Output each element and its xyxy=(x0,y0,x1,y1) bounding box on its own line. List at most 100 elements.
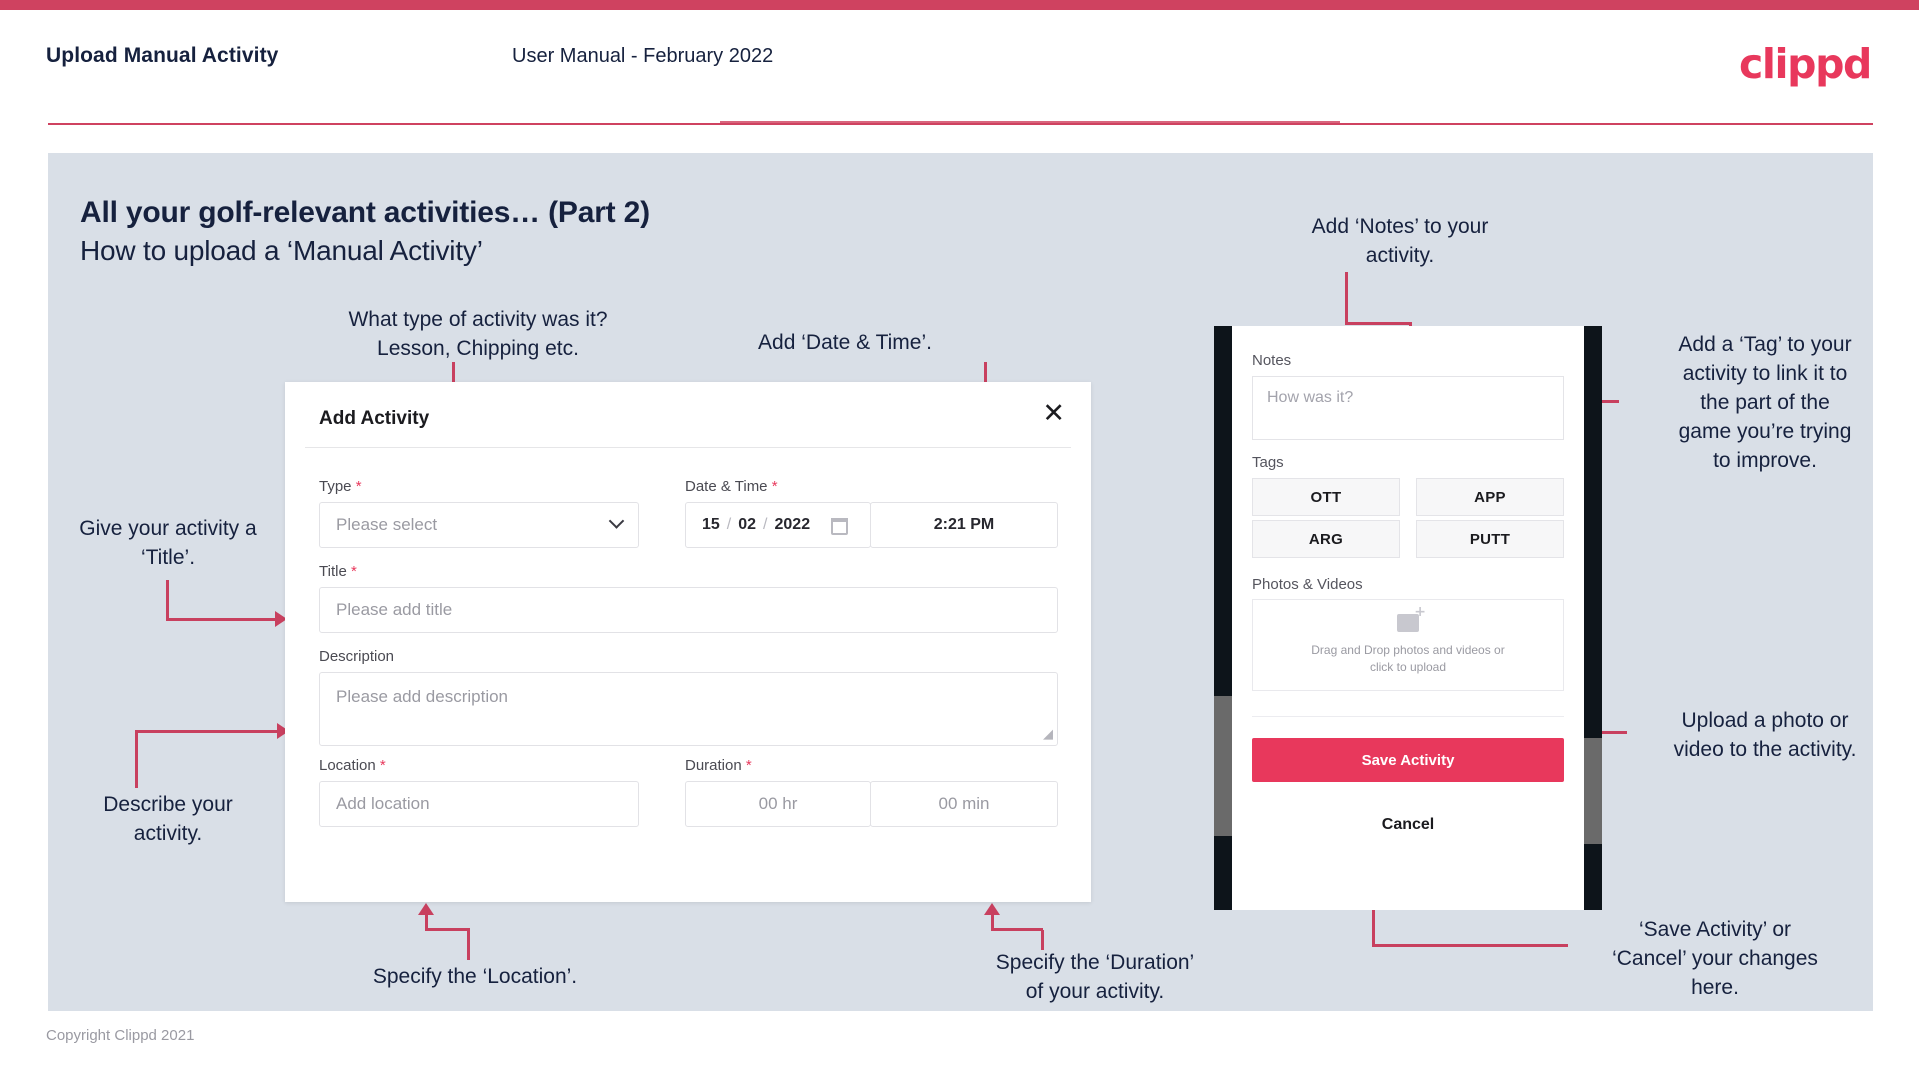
title-required-asterisk: * xyxy=(350,563,357,580)
phone-frame-right xyxy=(1584,326,1602,910)
notes-label: Notes xyxy=(1252,352,1292,369)
notes-textarea[interactable]: How was it? xyxy=(1252,376,1564,440)
datetime-label: Date & Time * xyxy=(685,478,778,495)
description-placeholder: Please add description xyxy=(336,687,509,706)
phone-power-button-right xyxy=(1584,738,1602,844)
dropzone-line-2: click to upload xyxy=(1369,660,1447,674)
resize-grip-icon[interactable]: ◢ xyxy=(1043,726,1053,742)
connector-save-h xyxy=(1372,944,1568,947)
duration-hours-placeholder: 00 hr xyxy=(758,794,798,813)
add-activity-dialog: Add Activity ✕ Type * Please select Date… xyxy=(285,382,1091,902)
phone-divider xyxy=(1252,716,1564,717)
location-input-placeholder: Add location xyxy=(336,794,430,813)
save-activity-button[interactable]: Save Activity xyxy=(1252,738,1564,782)
annotation-upload: Upload a photo or video to the activity. xyxy=(1673,709,1857,761)
media-dropzone[interactable]: Drag and Drop photos and videos or click… xyxy=(1252,599,1564,691)
tag-button-putt[interactable]: PUTT xyxy=(1416,520,1564,558)
tag-label-arg: ARG xyxy=(1308,530,1344,548)
phone-mockup: Notes How was it? Tags OTT APP ARG PUTT … xyxy=(1214,326,1602,910)
date-sep-2: / xyxy=(763,516,768,533)
location-label: Location * xyxy=(319,757,386,774)
datetime-required-asterisk: * xyxy=(771,478,778,495)
header-divider-highlight xyxy=(720,121,1340,123)
location-required-asterisk: * xyxy=(379,757,386,774)
slide-canvas: Upload Manual Activity User Manual - Feb… xyxy=(0,0,1919,1079)
title-input-placeholder: Please add title xyxy=(336,600,453,619)
annotation-datetime: Add ‘Date & Time’. xyxy=(758,331,932,354)
annotation-tags: Add a ‘Tag’ to your activity to link it … xyxy=(1678,333,1852,472)
duration-minutes-input[interactable]: 00 min xyxy=(870,781,1058,827)
add-image-icon xyxy=(1397,604,1426,632)
connector-notes-v1 xyxy=(1345,272,1348,324)
type-required-asterisk: * xyxy=(355,478,362,495)
tag-label-ott: OTT xyxy=(1310,488,1342,506)
time-value: 2:21 PM xyxy=(933,516,995,533)
connector-title-v xyxy=(166,580,169,620)
cancel-button[interactable]: Cancel xyxy=(1252,816,1564,834)
connector-title-h xyxy=(166,618,278,621)
description-label-text: Description xyxy=(319,648,395,665)
date-day: 15 xyxy=(702,516,720,533)
chevron-down-icon xyxy=(608,513,625,529)
save-activity-label: Save Activity xyxy=(1361,751,1455,769)
tag-button-app[interactable]: APP xyxy=(1416,478,1564,516)
tag-button-arg[interactable]: ARG xyxy=(1252,520,1400,558)
arrowhead-location xyxy=(418,903,434,915)
date-input[interactable]: 15 / 02 / 2022 xyxy=(685,502,871,548)
phone-volume-button-left xyxy=(1214,696,1232,836)
top-accent-bar xyxy=(0,0,1919,10)
duration-minutes-placeholder: 00 min xyxy=(938,794,990,813)
connector-loc-h xyxy=(425,928,470,931)
type-label-text: Type xyxy=(319,478,352,495)
title-input[interactable]: Please add title xyxy=(319,587,1058,633)
title-label-text: Title xyxy=(319,563,347,580)
phone-screen: Notes How was it? Tags OTT APP ARG PUTT … xyxy=(1232,326,1584,910)
type-select-placeholder: Please select xyxy=(336,515,438,534)
footer-copyright: Copyright Clippd 2021 xyxy=(46,1027,195,1044)
connector-loc-v1 xyxy=(425,914,428,930)
connector-dur-v2 xyxy=(1041,930,1044,950)
phone-frame-left xyxy=(1214,326,1232,910)
connector-loc-v2 xyxy=(467,930,470,960)
annotation-location: Specify the ‘Location’. xyxy=(372,965,578,988)
page-subtitle: User Manual - February 2022 xyxy=(512,45,774,67)
tags-label: Tags xyxy=(1252,454,1284,471)
slide-heading: All your golf-relevant activities… (Part… xyxy=(80,196,650,229)
connector-desc-v xyxy=(135,730,138,788)
description-textarea[interactable]: Please add description ◢ xyxy=(319,672,1058,746)
date-month: 02 xyxy=(738,516,757,533)
tag-button-ott[interactable]: OTT xyxy=(1252,478,1400,516)
dialog-title: Add Activity xyxy=(319,408,430,429)
header-divider xyxy=(48,123,1873,125)
annotation-title: Give your activity a ‘Title’. xyxy=(79,517,257,569)
duration-hours-input[interactable]: 00 hr xyxy=(685,781,871,827)
annotation-duration: Specify the ‘Duration’ of your activity. xyxy=(995,951,1195,1003)
location-input[interactable]: Add location xyxy=(319,781,639,827)
datetime-label-text: Date & Time xyxy=(685,478,768,495)
type-select[interactable]: Please select xyxy=(319,502,639,548)
slide-subheading: How to upload a ‘Manual Activity’ xyxy=(80,235,483,266)
date-sep-1: / xyxy=(726,516,732,533)
annotation-notes: Add ‘Notes’ to your activity. xyxy=(1311,215,1489,267)
date-year: 2022 xyxy=(774,516,811,533)
annotation-description: Describe your activity. xyxy=(103,793,233,845)
duration-required-asterisk: * xyxy=(745,757,752,774)
time-input[interactable]: 2:21 PM xyxy=(870,502,1058,548)
calendar-icon[interactable] xyxy=(831,518,848,535)
title-label: Title * xyxy=(319,563,357,580)
arrowhead-duration xyxy=(984,903,1000,915)
clippd-logo: clippd xyxy=(1738,40,1872,88)
duration-label: Duration * xyxy=(685,757,752,774)
cancel-label: Cancel xyxy=(1381,816,1435,833)
media-label: Photos & Videos xyxy=(1252,576,1363,593)
dialog-divider xyxy=(305,447,1071,448)
type-label: Type * xyxy=(319,478,362,495)
page-title: Upload Manual Activity xyxy=(46,44,279,67)
dropzone-line-1: Drag and Drop photos and videos or xyxy=(1311,643,1505,657)
connector-dur-v1 xyxy=(991,914,994,930)
connector-dur-h xyxy=(991,928,1043,931)
close-icon[interactable]: ✕ xyxy=(1042,400,1065,427)
tag-label-putt: PUTT xyxy=(1469,530,1511,548)
connector-notes-h xyxy=(1345,322,1411,325)
annotation-save: ‘Save Activity’ or ‘Cancel’ your changes… xyxy=(1612,918,1818,999)
